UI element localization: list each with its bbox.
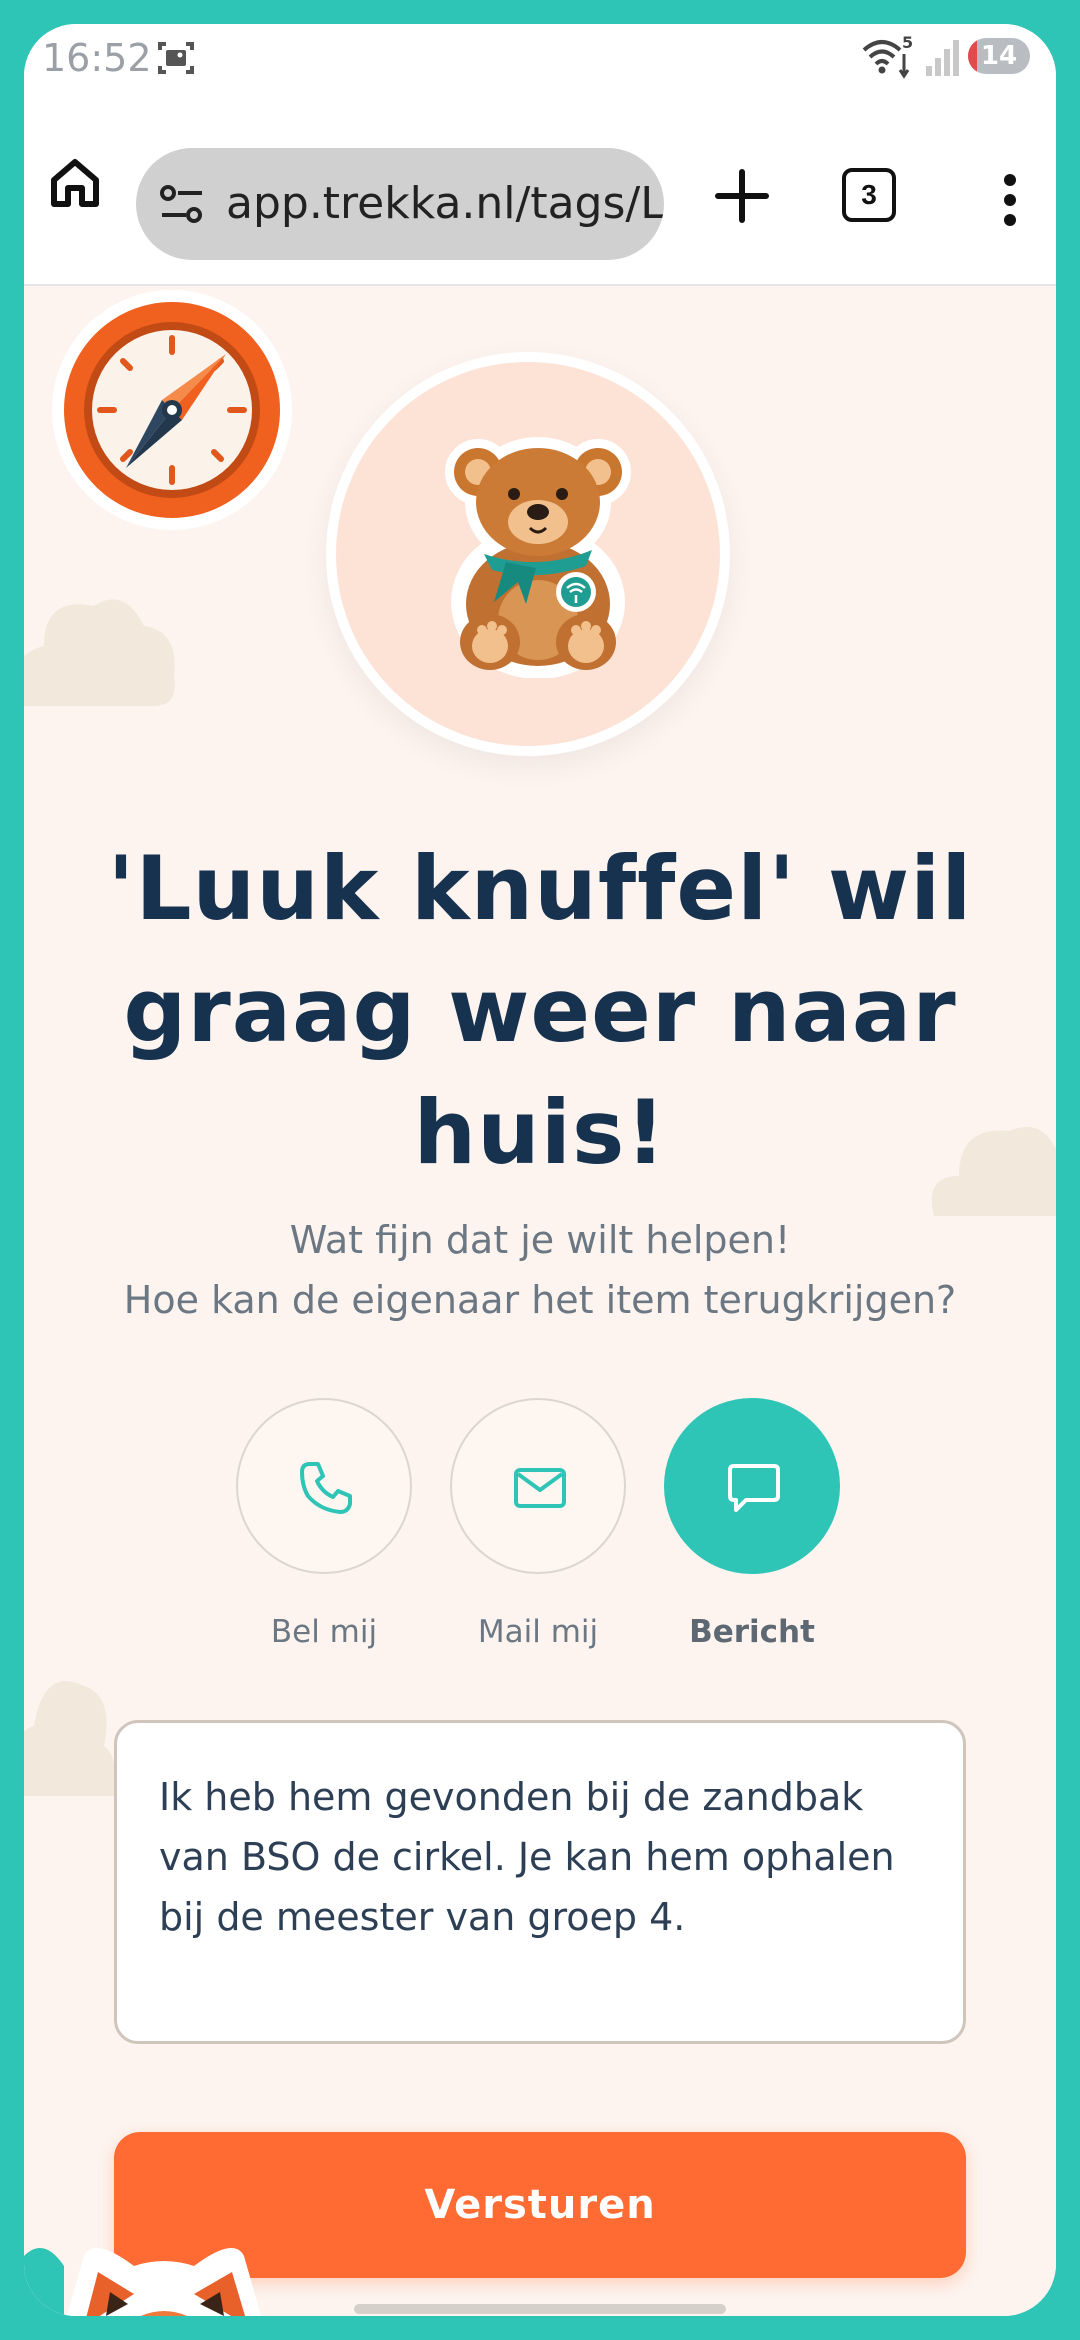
message-textarea[interactable]: Ik heb hem gevonden bij de zandbak van B… — [114, 1720, 966, 2044]
wifi-badge: 5 — [902, 34, 913, 52]
address-bar[interactable]: app.trekka.nl/tags/Le — [136, 148, 664, 260]
message-icon — [728, 1464, 780, 1512]
page-title: 'Luuk knuffel' wil graag weer naar huis! — [107, 837, 973, 1184]
phone-screen: 16:52 5 14 app.trekka.nl/tags/Le 3 'Luuk… — [24, 24, 1056, 2316]
battery-level: 14 — [980, 41, 1018, 71]
teddy-bear-image — [445, 437, 631, 678]
tab-count[interactable]: 3 — [842, 168, 896, 222]
browser-menu-button[interactable] — [990, 160, 1030, 240]
home-icon — [51, 159, 99, 207]
call-me-label: Bel mij — [270, 1614, 378, 1650]
compass-logo — [52, 290, 292, 530]
phone-icon — [300, 1462, 352, 1514]
more-vert-icon — [1004, 174, 1016, 226]
page-content: 'Luuk knuffel' wil graag weer naar huis!… — [24, 286, 1056, 2316]
status-bar: 16:52 5 14 — [24, 24, 1056, 108]
new-tab-button[interactable] — [706, 160, 778, 232]
mail-me-label: Mail mij — [477, 1614, 599, 1650]
call-me-button[interactable] — [236, 1398, 412, 1574]
item-avatar — [326, 352, 730, 756]
wifi-icon: 5 — [862, 34, 913, 79]
screenshot-icon — [158, 42, 194, 74]
subtitle-line-2: Hoe kan de eigenaar het item terugkrijge… — [123, 1278, 957, 1322]
battery-indicator: 14 — [968, 38, 1030, 74]
home-button[interactable] — [40, 148, 110, 218]
signal-icon — [926, 40, 959, 76]
tab-switcher-button[interactable]: 3 — [838, 164, 900, 226]
gesture-bar — [354, 2304, 726, 2314]
mail-me-button[interactable] — [450, 1398, 626, 1574]
cloud-decoration — [24, 1681, 116, 1796]
message-label: Bericht — [689, 1614, 815, 1650]
cloud-decoration — [24, 599, 175, 706]
site-settings-icon[interactable] — [158, 182, 206, 226]
status-time: 16:52 — [42, 36, 152, 80]
message-button[interactable] — [664, 1398, 840, 1574]
mail-icon — [514, 1468, 566, 1508]
browser-toolbar: app.trekka.nl/tags/Le 3 — [24, 108, 1056, 286]
fox-mascot — [24, 2248, 262, 2316]
subtitle-line-1: Wat fijn dat je wilt helpen! — [289, 1218, 791, 1262]
url-text[interactable]: app.trekka.nl/tags/Le — [226, 178, 664, 229]
plus-icon — [715, 169, 769, 223]
page-subtitle: Wat fijn dat je wilt helpen! Hoe kan de … — [64, 1210, 1016, 1330]
